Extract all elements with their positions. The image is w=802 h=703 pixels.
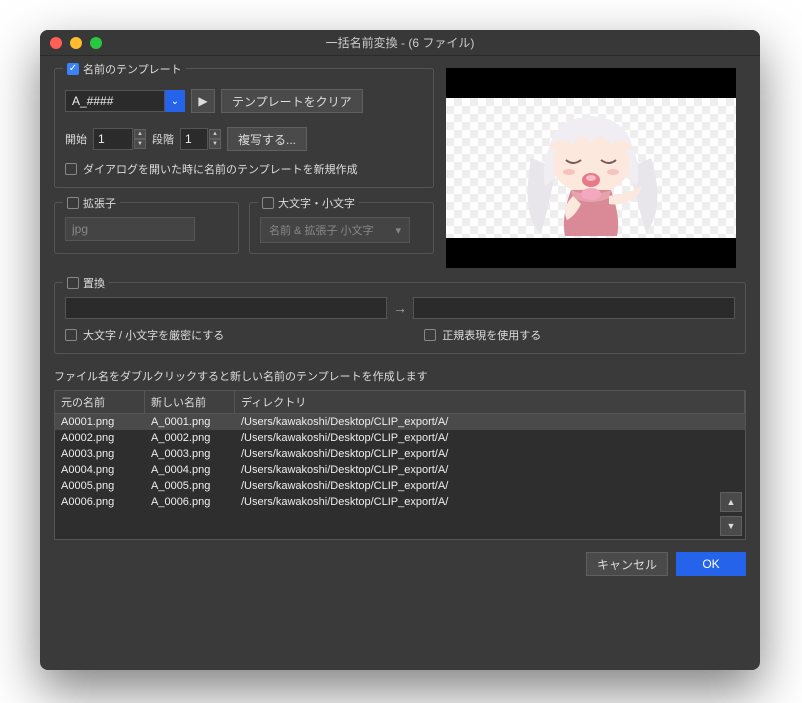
play-button[interactable]: ▶ bbox=[191, 89, 215, 113]
case-panel: 大文字・小文字 名前 & 拡張子 小文字 ▾ bbox=[249, 202, 434, 254]
template-panel: ✓ 名前のテンプレート ⌄ ▶ テンプレートをクリア 開始 bbox=[54, 68, 434, 188]
table-row[interactable]: A0003.pngA_0003.png/Users/kawakoshi/Desk… bbox=[55, 446, 745, 462]
window: 一括名前変換 - (6 ファイル) ✓ 名前のテンプレート ⌄ ▶ bbox=[40, 30, 760, 670]
cell-old: A0004.png bbox=[55, 462, 145, 478]
window-title: 一括名前変換 - (6 ファイル) bbox=[40, 34, 760, 51]
cell-old: A0006.png bbox=[55, 494, 145, 510]
cell-new: A_0004.png bbox=[145, 462, 235, 478]
replace-to-input[interactable] bbox=[413, 297, 735, 319]
chevron-down-icon[interactable]: ▼ bbox=[134, 139, 146, 149]
scroll-down-button[interactable]: ▼ bbox=[720, 516, 742, 536]
cell-new: A_0001.png bbox=[145, 414, 235, 430]
th-dir[interactable]: ディレクトリ bbox=[235, 391, 745, 413]
cell-old: A0003.png bbox=[55, 446, 145, 462]
case-select: 名前 & 拡張子 小文字 ▾ bbox=[260, 217, 410, 243]
template-pattern-combo[interactable]: ⌄ bbox=[65, 90, 185, 112]
th-new[interactable]: 新しい名前 bbox=[145, 391, 235, 413]
th-old[interactable]: 元の名前 bbox=[55, 391, 145, 413]
cell-dir: /Users/kawakoshi/Desktop/CLIP_export/A/ bbox=[235, 494, 745, 510]
case-checkbox[interactable] bbox=[262, 197, 274, 209]
chevron-up-icon[interactable]: ▲ bbox=[209, 129, 221, 139]
cell-old: A0001.png bbox=[55, 414, 145, 430]
cell-dir: /Users/kawakoshi/Desktop/CLIP_export/A/ bbox=[235, 414, 745, 430]
case-label: 大文字・小文字 bbox=[278, 195, 355, 211]
table-row[interactable]: A0004.pngA_0004.png/Users/kawakoshi/Desk… bbox=[55, 462, 745, 478]
traffic-lights bbox=[50, 37, 102, 49]
new-on-open-checkbox[interactable] bbox=[65, 163, 77, 175]
template-pattern-input[interactable] bbox=[65, 90, 165, 112]
cell-new: A_0002.png bbox=[145, 430, 235, 446]
strict-case-checkbox[interactable] bbox=[65, 329, 77, 341]
arrow-right-icon: → bbox=[393, 300, 407, 316]
close-icon[interactable] bbox=[50, 37, 62, 49]
preview-image bbox=[446, 98, 736, 238]
table-row[interactable]: A0002.pngA_0002.png/Users/kawakoshi/Desk… bbox=[55, 430, 745, 446]
cell-dir: /Users/kawakoshi/Desktop/CLIP_export/A/ bbox=[235, 446, 745, 462]
start-label: 開始 bbox=[65, 131, 87, 147]
replace-checkbox[interactable] bbox=[67, 277, 79, 289]
table-row[interactable]: A0005.pngA_0005.png/Users/kawakoshi/Desk… bbox=[55, 478, 745, 494]
ok-button[interactable]: OK bbox=[676, 552, 746, 576]
cell-old: A0005.png bbox=[55, 478, 145, 494]
file-table[interactable]: 元の名前 新しい名前 ディレクトリ A0001.pngA_0001.png/Us… bbox=[54, 390, 746, 540]
chevron-down-icon[interactable]: ▼ bbox=[209, 139, 221, 149]
cell-new: A_0006.png bbox=[145, 494, 235, 510]
minimize-icon[interactable] bbox=[70, 37, 82, 49]
cell-old: A0002.png bbox=[55, 430, 145, 446]
chevron-down-icon[interactable]: ⌄ bbox=[165, 90, 185, 112]
step-input[interactable] bbox=[180, 128, 208, 150]
start-stepper[interactable]: ▲ ▼ bbox=[93, 128, 146, 150]
extension-panel: 拡張子 bbox=[54, 202, 239, 254]
start-input[interactable] bbox=[93, 128, 133, 150]
cell-dir: /Users/kawakoshi/Desktop/CLIP_export/A/ bbox=[235, 478, 745, 494]
chevron-up-icon[interactable]: ▲ bbox=[134, 129, 146, 139]
strict-case-label: 大文字 / 小文字を厳密にする bbox=[83, 327, 224, 343]
template-checkbox[interactable]: ✓ bbox=[67, 63, 79, 75]
table-row[interactable]: A0006.pngA_0006.png/Users/kawakoshi/Desk… bbox=[55, 494, 745, 510]
cell-new: A_0003.png bbox=[145, 446, 235, 462]
replace-label: 置換 bbox=[83, 275, 105, 291]
extension-input bbox=[65, 217, 195, 241]
extension-label: 拡張子 bbox=[83, 195, 116, 211]
regex-label: 正規表現を使用する bbox=[442, 327, 541, 343]
scroll-up-button[interactable]: ▲ bbox=[720, 492, 742, 512]
template-label: 名前のテンプレート bbox=[83, 61, 182, 77]
regex-checkbox[interactable] bbox=[424, 329, 436, 341]
cell-dir: /Users/kawakoshi/Desktop/CLIP_export/A/ bbox=[235, 462, 745, 478]
table-row[interactable]: A0001.pngA_0001.png/Users/kawakoshi/Desk… bbox=[55, 414, 745, 430]
hint-text: ファイル名をダブルクリックすると新しい名前のテンプレートを作成します bbox=[54, 368, 746, 384]
replace-from-input[interactable] bbox=[65, 297, 387, 319]
copy-button[interactable]: 複写する... bbox=[227, 127, 307, 151]
step-stepper[interactable]: ▲ ▼ bbox=[180, 128, 221, 150]
clear-template-button[interactable]: テンプレートをクリア bbox=[221, 89, 363, 113]
cell-new: A_0005.png bbox=[145, 478, 235, 494]
step-label: 段階 bbox=[152, 131, 174, 147]
extension-checkbox[interactable] bbox=[67, 197, 79, 209]
chevron-down-icon: ▾ bbox=[395, 224, 401, 237]
play-icon: ▶ bbox=[198, 94, 207, 108]
table-header: 元の名前 新しい名前 ディレクトリ bbox=[55, 391, 745, 414]
titlebar: 一括名前変換 - (6 ファイル) bbox=[40, 30, 760, 56]
preview-pane bbox=[446, 68, 736, 268]
new-on-open-label: ダイアログを開いた時に名前のテンプレートを新規作成 bbox=[83, 161, 358, 177]
replace-panel: 置換 → 大文字 / 小文字を厳密にする 正規表現を使用する bbox=[54, 282, 746, 354]
cancel-button[interactable]: キャンセル bbox=[586, 552, 668, 576]
character-illustration bbox=[501, 98, 681, 238]
fullscreen-icon[interactable] bbox=[90, 37, 102, 49]
cell-dir: /Users/kawakoshi/Desktop/CLIP_export/A/ bbox=[235, 430, 745, 446]
